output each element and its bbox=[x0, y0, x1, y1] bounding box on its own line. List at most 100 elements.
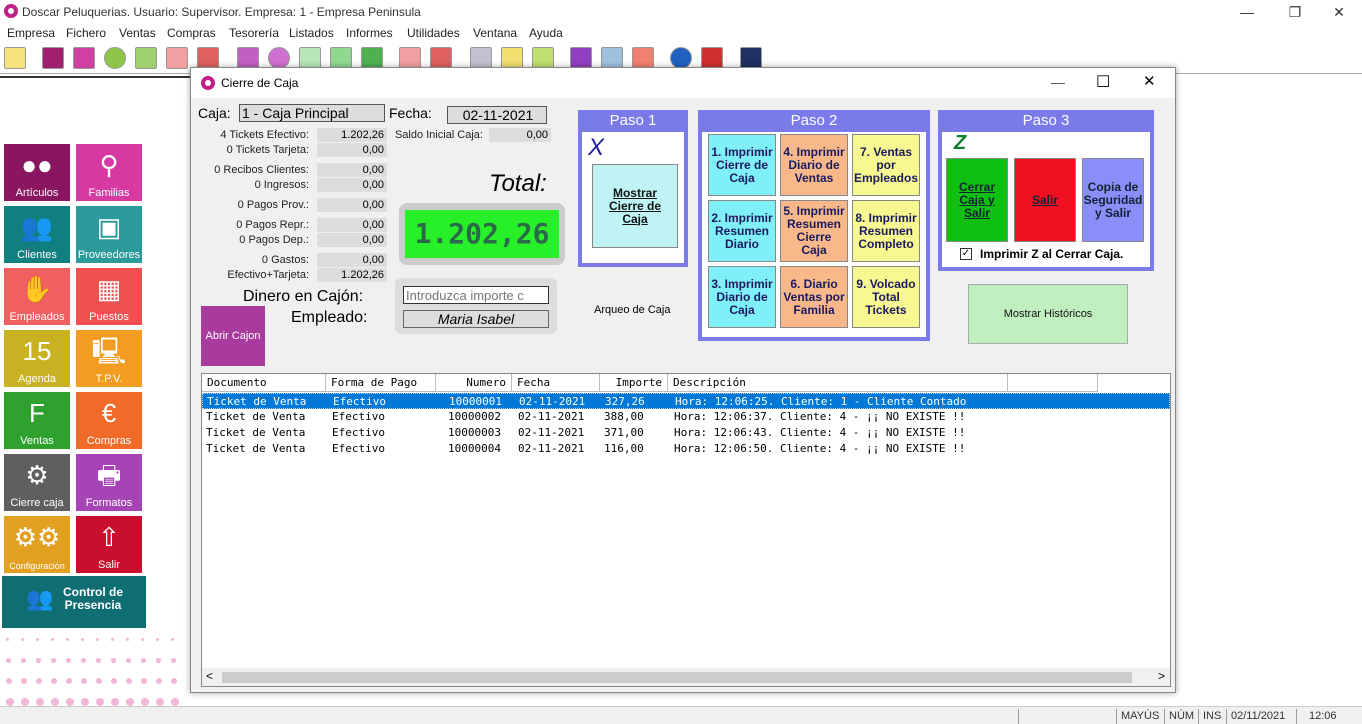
dinero-input[interactable] bbox=[403, 286, 549, 304]
menu-tesoreria[interactable]: Tesorería bbox=[229, 26, 279, 40]
menu-ayuda[interactable]: Ayuda bbox=[529, 26, 563, 40]
table-header[interactable]: Forma de Pago bbox=[326, 374, 436, 392]
tools-icon[interactable] bbox=[740, 47, 762, 69]
tile-5[interactable]: ▦ Puestos bbox=[76, 268, 142, 325]
table-header[interactable]: Numero bbox=[436, 374, 512, 392]
tile-9[interactable]: € Compras bbox=[76, 392, 142, 449]
decor-dot bbox=[111, 638, 114, 641]
menu-ventana[interactable]: Ventana bbox=[473, 26, 517, 40]
tile-11[interactable]: 🖶 Formatos bbox=[76, 454, 142, 511]
scroll-right-button[interactable]: > bbox=[1158, 669, 1165, 683]
tile-1[interactable]: ⚲ Familias bbox=[76, 144, 142, 201]
imprimir-z-checkbox[interactable]: ✓ bbox=[960, 248, 972, 260]
open-icon[interactable] bbox=[4, 47, 26, 69]
decor-dot bbox=[126, 658, 131, 663]
families-icon[interactable] bbox=[73, 47, 95, 69]
table-row[interactable]: Ticket de Venta Efectivo 10000002 02-11-202… bbox=[202, 409, 1170, 425]
doc-f-red-icon[interactable] bbox=[430, 47, 452, 69]
table-row[interactable]: Ticket de Venta Efectivo 10000001 02-11-202… bbox=[202, 393, 1170, 409]
tile-7[interactable]: 🖳 T.P.V. bbox=[76, 330, 142, 387]
scroll-left-button[interactable]: < bbox=[206, 669, 213, 683]
tile-6[interactable]: 15 Agenda bbox=[4, 330, 70, 387]
salir-button[interactable]: Salir bbox=[1014, 158, 1076, 242]
table-cell: Ticket de Venta bbox=[206, 426, 306, 439]
tile-2[interactable]: 👥 Clientes bbox=[4, 206, 70, 263]
tile-10[interactable]: ⚙ Cierre caja bbox=[4, 454, 70, 511]
blocks-icon[interactable] bbox=[197, 47, 219, 69]
fecha-field[interactable]: 02-11-2021 bbox=[447, 106, 547, 124]
decor-dot bbox=[6, 658, 11, 663]
copia-seguridad-button[interactable]: Copia de Seguridad y Salir bbox=[1082, 158, 1144, 242]
paso2-button-9[interactable]: 9. Volcado Total Tickets bbox=[852, 266, 920, 328]
tile-12[interactable]: ⚙⚙ Configuración bbox=[4, 516, 70, 573]
abrir-cajon-button[interactable]: Abrir Cajon bbox=[201, 306, 265, 366]
note-icon[interactable] bbox=[135, 47, 157, 69]
doc-a-icon[interactable] bbox=[330, 47, 352, 69]
tile-0[interactable]: ●● Artículos bbox=[4, 144, 70, 201]
menu-fichero[interactable]: Fichero bbox=[66, 26, 106, 40]
phone-icon[interactable] bbox=[570, 47, 592, 69]
paso1-title: Paso 1 bbox=[609, 112, 657, 129]
restore-button[interactable]: ❐ bbox=[1272, 2, 1318, 22]
paso2-button-8[interactable]: 6. Diario Ventas por Familia bbox=[780, 266, 848, 328]
tile-4[interactable]: ✋ Empleados bbox=[4, 268, 70, 325]
summary-value: 0,00 bbox=[317, 253, 387, 267]
doc-p-icon[interactable] bbox=[299, 47, 321, 69]
help-icon[interactable] bbox=[670, 47, 692, 69]
table-header[interactable]: Importe bbox=[600, 374, 668, 392]
dialog-close-button[interactable]: ✕ bbox=[1143, 72, 1156, 90]
list-icon[interactable] bbox=[501, 47, 523, 69]
calendar-icon[interactable] bbox=[601, 47, 623, 69]
menu-compras[interactable]: Compras bbox=[167, 26, 216, 40]
caja-label: Caja: bbox=[198, 105, 231, 121]
table-row[interactable]: Ticket de Venta Efectivo 10000003 02-11-202… bbox=[202, 425, 1170, 441]
paso2-button-2[interactable]: 4. Imprimir Diario de Ventas bbox=[780, 134, 848, 196]
scroll-thumb[interactable] bbox=[222, 672, 1132, 683]
menu-informes[interactable]: Informes bbox=[346, 26, 393, 40]
mostrar-cierre-button[interactable]: Mostrar Cierre de Caja bbox=[592, 164, 678, 248]
paso2-button-4[interactable]: 2. Imprimir Resumen Diario bbox=[708, 200, 776, 262]
paso2-button-7[interactable]: 3. Imprimir Diario de Caja bbox=[708, 266, 776, 328]
table-row[interactable]: Ticket de Venta Efectivo 10000004 02-11-202… bbox=[202, 441, 1170, 457]
paso2-button-5[interactable]: 5. Imprimir Resumen Cierre Caja bbox=[780, 200, 848, 262]
safe-icon[interactable] bbox=[470, 47, 492, 69]
paso2-button-3[interactable]: 7. Ventas por Empleados bbox=[852, 134, 920, 196]
paso2-button-6[interactable]: 8. Imprimir Resumen Completo bbox=[852, 200, 920, 262]
caja-select[interactable]: 1 - Caja Principal bbox=[239, 104, 385, 122]
tile-icon: 15 bbox=[22, 336, 52, 366]
decor-dot bbox=[111, 678, 118, 685]
dialog-maximize-button[interactable]: ☐ bbox=[1096, 72, 1110, 92]
dialog-minimize-button[interactable]: — bbox=[1051, 74, 1065, 90]
puzzle-icon[interactable] bbox=[166, 47, 188, 69]
exit-icon[interactable] bbox=[701, 47, 723, 69]
empleado-label: Empleado: bbox=[291, 309, 368, 326]
table-header[interactable]: Documento bbox=[202, 374, 326, 392]
table-header[interactable]: Descripción bbox=[668, 374, 1008, 392]
grid-icon[interactable] bbox=[632, 47, 654, 69]
empleado-field[interactable]: Maria Isabel bbox=[403, 310, 549, 328]
minimize-button[interactable]: — bbox=[1224, 2, 1270, 22]
paso2-button-1[interactable]: 1. Imprimir Cierre de Caja bbox=[708, 134, 776, 196]
cerrar-caja-button[interactable]: Cerrar Caja y Salir bbox=[946, 158, 1008, 242]
summary-value: 0,00 bbox=[317, 233, 387, 247]
menu-empresa[interactable]: Empresa bbox=[7, 26, 55, 40]
tile-3[interactable]: ▣ Proveedores bbox=[76, 206, 142, 263]
tile-8[interactable]: F Ventas bbox=[4, 392, 70, 449]
tile-13[interactable]: ⇧ Salir bbox=[76, 516, 142, 573]
decor-dot bbox=[66, 698, 74, 706]
monitor-icon[interactable] bbox=[237, 47, 259, 69]
close-button[interactable]: ✕ bbox=[1316, 2, 1362, 22]
mostrar-historicos-button[interactable]: Mostrar Históricos bbox=[968, 284, 1128, 344]
doc-a-red-icon[interactable] bbox=[399, 47, 421, 69]
table-header[interactable]: Fecha bbox=[512, 374, 600, 392]
pie-icon[interactable] bbox=[268, 47, 290, 69]
articles-icon[interactable] bbox=[42, 47, 64, 69]
menu-utilidades[interactable]: Utilidades bbox=[407, 26, 460, 40]
smiley-icon[interactable] bbox=[104, 47, 126, 69]
tile-control-presencia[interactable]: 👥 Control de Presencia bbox=[2, 576, 146, 628]
menu-listados[interactable]: Listados bbox=[289, 26, 334, 40]
menu-ventas[interactable]: Ventas bbox=[119, 26, 156, 40]
doc-f-icon[interactable] bbox=[361, 47, 383, 69]
horizontal-scrollbar[interactable]: < > bbox=[202, 668, 1170, 686]
euro-icon[interactable] bbox=[532, 47, 554, 69]
